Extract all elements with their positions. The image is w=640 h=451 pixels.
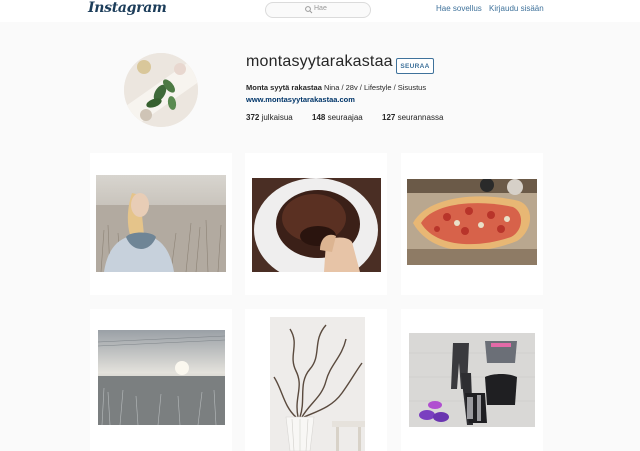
post-image <box>252 178 381 272</box>
search-input[interactable]: Hae <box>265 2 371 18</box>
post-image <box>98 330 225 425</box>
post-tile[interactable] <box>401 153 543 295</box>
stat-posts: 372 julkaisua <box>246 113 293 122</box>
get-app-link[interactable]: Hae sovellus <box>436 4 482 13</box>
followers-label: seuraajaa <box>325 113 363 122</box>
follow-button[interactable]: SEURAA <box>396 58 434 74</box>
post-tile[interactable] <box>90 153 232 295</box>
post-image <box>409 333 535 427</box>
post-image <box>407 179 537 265</box>
stat-following[interactable]: 127 seurannassa <box>382 113 443 122</box>
post-tile[interactable] <box>245 309 387 451</box>
post-tile[interactable] <box>401 309 543 451</box>
post-image <box>96 175 226 272</box>
post-tile[interactable] <box>90 309 232 451</box>
login-link[interactable]: Kirjaudu sisään <box>489 4 544 13</box>
avatar-photo <box>124 53 198 127</box>
search-placeholder: Hae <box>314 5 327 12</box>
following-count: 127 <box>382 113 396 122</box>
profile-website-link[interactable]: www.montasyytarakastaa.com <box>246 95 355 104</box>
posts-count: 372 <box>246 113 260 122</box>
profile-full-name: Monta syytä rakastaa <box>246 83 322 92</box>
profile-bio-text: Nina / 28v / Lifestyle / Sisustus <box>321 83 427 92</box>
post-image <box>270 317 365 451</box>
followers-count: 148 <box>312 113 326 122</box>
profile-username: montasyytarakastaa <box>246 53 393 70</box>
top-navigation-bar: Instagram Hae Hae sovellus Kirjaudu sisä… <box>0 0 640 22</box>
post-tile[interactable] <box>245 153 387 295</box>
stat-followers[interactable]: 148 seuraajaa <box>312 113 363 122</box>
following-label: seurannassa <box>395 113 444 122</box>
posts-label: julkaisua <box>259 113 293 122</box>
profile-avatar <box>124 53 198 127</box>
profile-bio: Monta syytä rakastaa Nina / 28v / Lifest… <box>246 83 426 92</box>
search-icon <box>305 6 313 14</box>
instagram-logo[interactable]: Instagram <box>88 0 167 16</box>
